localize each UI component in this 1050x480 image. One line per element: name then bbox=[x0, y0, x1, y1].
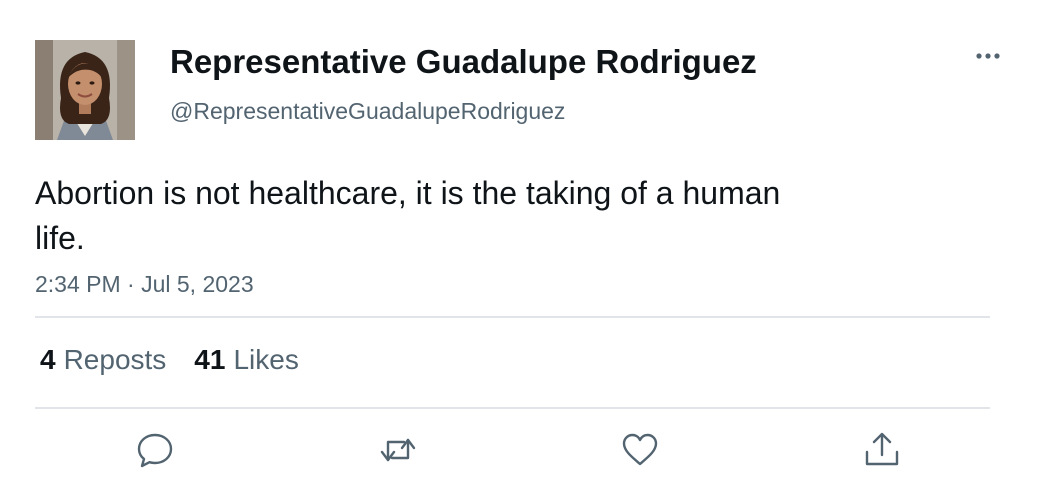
author-handle[interactable]: @RepresentativeGuadalupeRodriguez bbox=[170, 96, 565, 126]
share-button[interactable] bbox=[862, 430, 902, 470]
reposts-count: 4 bbox=[40, 344, 56, 375]
repost-icon bbox=[380, 438, 416, 462]
reposts-label: Reposts bbox=[63, 344, 167, 375]
avatar-image bbox=[35, 40, 135, 140]
more-dots-icon bbox=[976, 53, 1000, 59]
heart-icon bbox=[622, 433, 658, 466]
divider bbox=[35, 407, 990, 409]
reposts-stat[interactable]: 4 Reposts bbox=[40, 340, 166, 380]
avatar[interactable] bbox=[35, 40, 135, 140]
likes-stat[interactable]: 41 Likes bbox=[194, 340, 299, 380]
engagement-stats: 4 Reposts 41 Likes bbox=[40, 340, 299, 380]
reply-icon bbox=[137, 433, 173, 468]
like-button[interactable] bbox=[620, 430, 660, 470]
author-name[interactable]: Representative Guadalupe Rodriguez bbox=[170, 42, 757, 82]
share-icon bbox=[865, 432, 899, 466]
likes-count: 41 bbox=[194, 344, 226, 375]
more-options-button[interactable] bbox=[968, 44, 1008, 68]
tweet-timestamp[interactable]: 2:34 PM · Jul 5, 2023 bbox=[35, 269, 254, 299]
repost-button[interactable] bbox=[378, 430, 418, 470]
tweet-text: Abortion is not healthcare, it is the ta… bbox=[35, 175, 781, 256]
divider bbox=[35, 316, 990, 318]
likes-label: Likes bbox=[233, 344, 299, 375]
reply-button[interactable] bbox=[135, 430, 175, 470]
